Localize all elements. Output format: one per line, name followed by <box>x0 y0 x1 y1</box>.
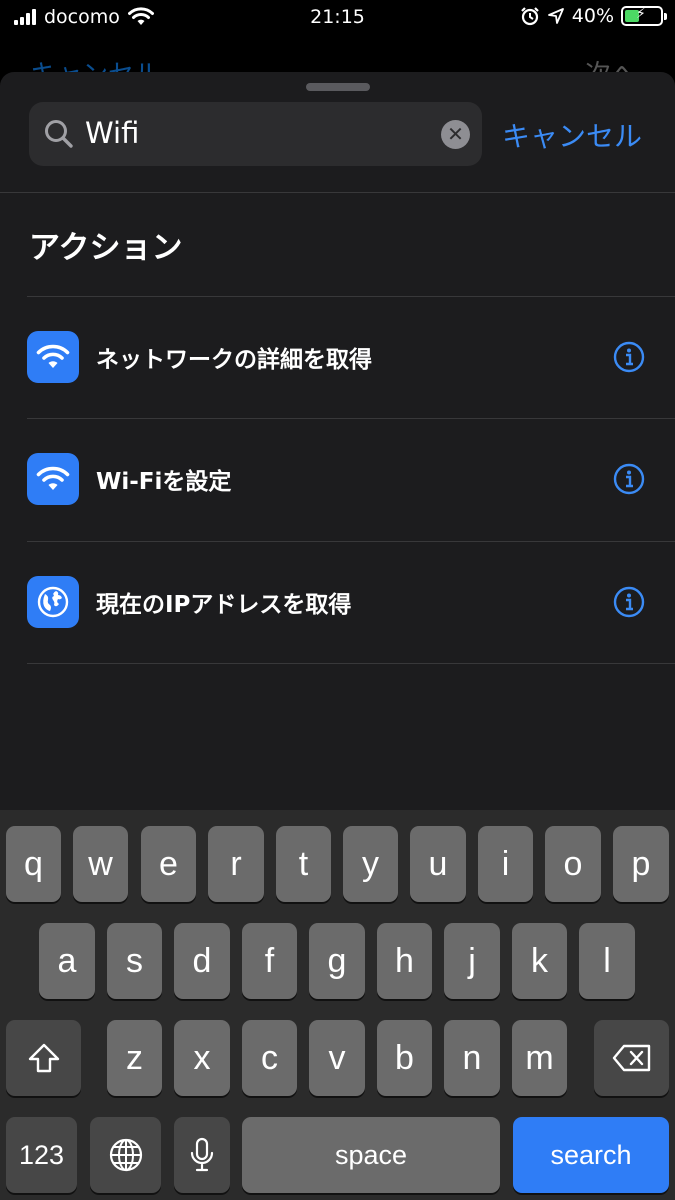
search-value[interactable]: Wifi <box>85 116 139 150</box>
keyboard: q w e r t y u i o p a s d f g h j k l z … <box>0 810 675 1200</box>
key-i[interactable]: i <box>478 826 533 902</box>
key-c[interactable]: c <box>242 1020 297 1096</box>
key-u[interactable]: u <box>410 826 466 902</box>
alarm-icon <box>520 7 539 26</box>
key-m[interactable]: m <box>512 1020 567 1096</box>
microphone-icon <box>190 1137 214 1172</box>
info-icon[interactable] <box>613 341 645 373</box>
battery-percent: 40% <box>571 5 614 27</box>
search-key[interactable]: search <box>513 1117 669 1193</box>
info-icon[interactable] <box>613 586 645 618</box>
key-j[interactable]: j <box>444 923 500 999</box>
divider <box>0 192 675 193</box>
shift-key[interactable] <box>6 1020 81 1096</box>
key-f[interactable]: f <box>242 923 297 999</box>
key-e[interactable]: e <box>141 826 196 902</box>
key-y[interactable]: y <box>343 826 398 902</box>
globe-icon <box>109 1138 142 1172</box>
action-row[interactable]: ネットワークの詳細を取得 <box>0 296 675 418</box>
battery-icon: ⚡ <box>621 6 667 26</box>
shift-icon <box>28 1043 59 1073</box>
search-icon <box>45 120 73 148</box>
search-input[interactable]: Wifi ✕ <box>29 102 482 166</box>
location-icon <box>547 8 564 24</box>
status-bar: docomo 21:15 40% ⚡ <box>0 0 675 38</box>
globe-key[interactable] <box>90 1117 161 1193</box>
key-l[interactable]: l <box>579 923 635 999</box>
key-z[interactable]: z <box>107 1020 162 1096</box>
key-v[interactable]: v <box>309 1020 365 1096</box>
info-icon[interactable] <box>613 463 645 495</box>
delete-key[interactable] <box>594 1020 669 1096</box>
key-p[interactable]: p <box>613 826 669 902</box>
action-row[interactable]: Wi-Fiを設定 <box>0 418 675 540</box>
action-row[interactable]: 現在のIPアドレスを取得 <box>0 541 675 663</box>
delete-icon <box>612 1044 650 1072</box>
space-key[interactable]: space <box>242 1117 500 1193</box>
key-x[interactable]: x <box>174 1020 230 1096</box>
key-n[interactable]: n <box>444 1020 500 1096</box>
key-h[interactable]: h <box>377 923 432 999</box>
key-g[interactable]: g <box>309 923 365 999</box>
action-label: ネットワークの詳細を取得 <box>96 347 372 373</box>
numbers-key[interactable]: 123 <box>6 1117 77 1193</box>
key-t[interactable]: t <box>276 826 331 902</box>
key-a[interactable]: a <box>39 923 95 999</box>
key-d[interactable]: d <box>174 923 230 999</box>
wifi-icon <box>27 331 79 383</box>
sheet-grabber[interactable] <box>306 83 370 91</box>
action-label: Wi-Fiを設定 <box>96 469 232 495</box>
globe-icon <box>27 576 79 628</box>
clear-icon[interactable]: ✕ <box>441 120 470 149</box>
key-r[interactable]: r <box>208 826 264 902</box>
list-end <box>0 663 675 664</box>
key-w[interactable]: w <box>73 826 128 902</box>
dictation-key[interactable] <box>174 1117 230 1193</box>
action-label: 現在のIPアドレスを取得 <box>96 592 352 618</box>
cancel-button[interactable]: キャンセル <box>502 115 642 155</box>
section-title: アクション <box>29 230 183 266</box>
key-s[interactable]: s <box>107 923 162 999</box>
key-q[interactable]: q <box>6 826 61 902</box>
wifi-icon <box>27 453 79 505</box>
key-o[interactable]: o <box>545 826 601 902</box>
key-k[interactable]: k <box>512 923 567 999</box>
key-b[interactable]: b <box>377 1020 432 1096</box>
